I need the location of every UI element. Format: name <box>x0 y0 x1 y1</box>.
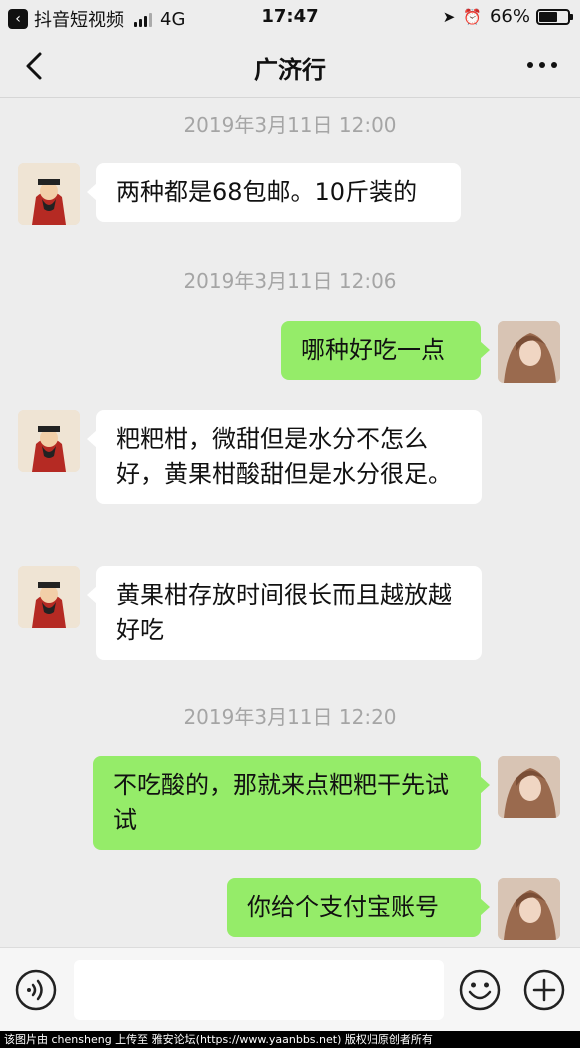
message-bubble-incoming[interactable]: 黄果柑存放时间很长而且越放越好吃 <box>87 566 482 660</box>
more-dots-icon <box>527 62 557 68</box>
message-bubble-incoming[interactable]: 粑粑柑，微甜但是水分不怎么好，黄果柑酸甜但是水分很足。 <box>87 410 482 504</box>
voice-icon <box>15 969 57 1011</box>
nav-bar: 广济行 <box>0 34 580 98</box>
avatar-image <box>18 410 80 472</box>
timestamp: 2019年3月11日 12:20 <box>183 705 397 729</box>
timestamp: 2019年3月11日 12:00 <box>183 113 397 137</box>
message-bubble-outgoing[interactable]: 不吃酸的，那就来点粑粑干先试试 <box>93 756 490 850</box>
avatar-image <box>498 878 560 940</box>
more-functions-button[interactable] <box>522 968 566 1012</box>
status-bar: ‹ 抖音短视频 4G 17:47 ➤ ⏰ 66% <box>0 0 580 34</box>
status-right: ➤ ⏰ 66% <box>442 6 573 27</box>
watermark-footer: 该图片由 chensheng 上传至 雅安论坛(https://www.yaan… <box>0 1031 580 1048</box>
emoji-button[interactable] <box>458 968 502 1012</box>
my-avatar[interactable] <box>498 756 560 818</box>
battery-percent: 66% <box>489 6 530 27</box>
avatar-image <box>18 163 80 225</box>
emoji-icon <box>459 969 501 1011</box>
message-bubble-outgoing[interactable]: 哪种好吃一点 <box>281 321 490 380</box>
avatar-image <box>498 756 560 818</box>
chat-history[interactable]: 2019年3月11日 12:00 两种都是68包邮。10斤装的 2019年3月1… <box>0 99 580 947</box>
timestamp: 2019年3月11日 12:06 <box>183 269 397 293</box>
chat-title: 广济行 <box>254 56 326 84</box>
message-bubble-outgoing[interactable]: 你给个支付宝账号 <box>227 878 490 937</box>
voice-button[interactable] <box>14 968 58 1012</box>
avatar-image <box>18 566 80 628</box>
message-input[interactable] <box>74 960 444 1020</box>
battery-icon <box>536 8 573 25</box>
message-bubble-incoming[interactable]: 两种都是68包邮。10斤装的 <box>87 163 461 222</box>
location-icon: ➤ <box>442 7 456 26</box>
alarm-icon: ⏰ <box>463 7 482 26</box>
input-bar <box>0 947 580 1031</box>
my-avatar[interactable] <box>498 878 560 940</box>
more-button[interactable] <box>522 50 562 80</box>
contact-avatar[interactable] <box>18 566 80 628</box>
contact-avatar[interactable] <box>18 410 80 472</box>
my-avatar[interactable] <box>498 321 560 383</box>
avatar-image <box>498 321 560 383</box>
plus-icon <box>523 969 565 1011</box>
contact-avatar[interactable] <box>18 163 80 225</box>
